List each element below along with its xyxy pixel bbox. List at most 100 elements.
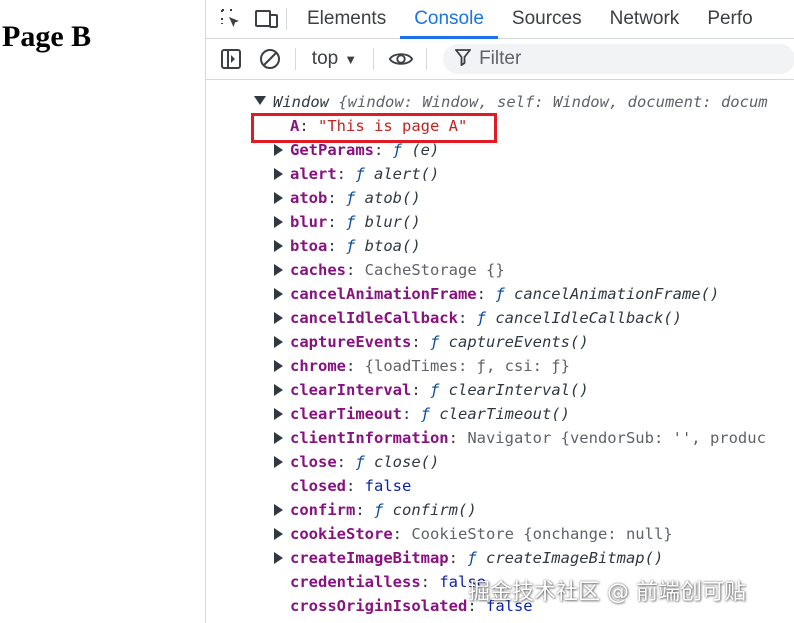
property-row[interactable]: createImageBitmap: ƒ createImageBitmap() xyxy=(274,546,663,570)
context-selector[interactable]: top ▼ xyxy=(302,48,367,70)
property-colon: : xyxy=(327,237,346,255)
property-colon: : xyxy=(346,261,365,279)
property-row[interactable]: atob: ƒ atob() xyxy=(274,186,421,210)
expand-arrow-icon[interactable] xyxy=(274,503,283,516)
expand-arrow-icon[interactable] xyxy=(274,215,283,228)
function-glyph: ƒ xyxy=(495,285,514,303)
filter-placeholder: Filter xyxy=(479,48,522,69)
property-colon: : xyxy=(374,141,393,159)
property-colon: : xyxy=(346,477,365,495)
expand-arrow-icon[interactable] xyxy=(274,191,283,204)
property-key: credentialless xyxy=(290,573,421,591)
property-row[interactable]: alert: ƒ alert() xyxy=(274,162,439,186)
object-preview: {window: Window, self: Window, document:… xyxy=(338,93,768,111)
property-colon: : xyxy=(355,501,374,519)
property-value: blur() xyxy=(364,213,421,231)
device-toolbar-icon[interactable] xyxy=(254,6,280,32)
filter-input[interactable]: Filter xyxy=(443,44,794,74)
property-value: CookieStore {onchange: null} xyxy=(411,525,673,543)
page-title: Page B xyxy=(2,20,92,53)
property-value: false xyxy=(364,477,412,495)
property-value: captureEvents() xyxy=(448,333,589,351)
property-colon: : xyxy=(401,405,421,423)
tab-sources[interactable]: Sources xyxy=(498,0,596,38)
property-row[interactable]: caches: CacheStorage {} xyxy=(274,258,505,282)
watermark: 掘金技术社区 @ 前端创可贴 xyxy=(468,580,746,605)
property-colon: : xyxy=(327,213,346,231)
property-colon: : xyxy=(411,381,430,399)
expand-arrow-icon[interactable] xyxy=(274,239,283,252)
property-colon: : xyxy=(346,357,365,375)
property-colon: : xyxy=(420,573,440,591)
console-output: Window {window: Window, self: Window, do… xyxy=(206,80,794,623)
expand-arrow-icon[interactable] xyxy=(274,167,283,180)
sidebar-toggle-icon[interactable] xyxy=(218,46,243,72)
property-row[interactable]: cancelAnimationFrame: ƒ cancelAnimationF… xyxy=(274,282,719,306)
inspect-element-icon[interactable] xyxy=(218,6,244,32)
property-row[interactable]: clientInformation: Navigator {vendorSub:… xyxy=(274,426,766,450)
tab-performance[interactable]: Perfo xyxy=(693,0,766,38)
property-row[interactable]: clearTimeout: ƒ clearTimeout() xyxy=(274,402,570,426)
property-row[interactable]: blur: ƒ blur() xyxy=(274,210,421,234)
property-key: caches xyxy=(290,261,346,279)
expand-arrow-icon[interactable] xyxy=(274,431,283,444)
property-row[interactable]: captureEvents: ƒ captureEvents() xyxy=(274,330,589,354)
function-glyph: ƒ xyxy=(467,549,486,567)
expand-arrow-icon[interactable] xyxy=(274,359,283,372)
property-key: chrome xyxy=(290,357,346,375)
function-glyph: ƒ xyxy=(392,141,412,159)
expand-arrow-icon[interactable] xyxy=(274,287,283,300)
expand-arrow-icon[interactable] xyxy=(274,407,283,420)
function-glyph: ƒ xyxy=(346,237,365,255)
property-row[interactable]: cancelIdleCallback: ƒ cancelIdleCallback… xyxy=(274,306,682,330)
collapse-arrow-icon[interactable] xyxy=(254,96,266,105)
property-key: cancelAnimationFrame xyxy=(290,285,477,303)
property-colon: : xyxy=(448,549,468,567)
expand-arrow-icon[interactable] xyxy=(274,143,283,156)
expand-arrow-icon[interactable] xyxy=(274,455,283,468)
property-value: createImageBitmap() xyxy=(485,549,664,567)
property-row[interactable]: close: ƒ close() xyxy=(274,450,439,474)
property-key: confirm xyxy=(290,501,356,519)
property-value: btoa() xyxy=(364,237,421,255)
tab-console[interactable]: Console xyxy=(400,0,498,39)
function-glyph: ƒ xyxy=(355,453,375,471)
property-value: cancelIdleCallback() xyxy=(495,309,682,327)
highlight-box xyxy=(251,113,497,143)
function-glyph: ƒ xyxy=(430,381,449,399)
property-value: confirm() xyxy=(392,501,477,519)
filter-icon xyxy=(454,48,472,71)
property-row[interactable]: btoa: ƒ btoa() xyxy=(274,234,421,258)
property-key: atob xyxy=(290,189,328,207)
property-colon: : xyxy=(336,453,356,471)
property-key: cookieStore xyxy=(290,525,393,543)
property-row[interactable]: confirm: ƒ confirm() xyxy=(274,498,477,522)
expand-arrow-icon[interactable] xyxy=(274,551,283,564)
property-key: close xyxy=(290,453,337,471)
expand-arrow-icon[interactable] xyxy=(274,527,283,540)
property-colon: : xyxy=(336,165,356,183)
property-colon: : xyxy=(457,309,477,327)
property-key: GetParams xyxy=(290,141,374,159)
clear-console-icon[interactable] xyxy=(257,46,282,72)
property-key: closed xyxy=(290,477,346,495)
window-object-header[interactable]: Window {window: Window, self: Window, do… xyxy=(254,90,768,114)
tab-network[interactable]: Network xyxy=(596,0,694,38)
expand-arrow-icon[interactable] xyxy=(274,263,283,276)
function-glyph: ƒ xyxy=(355,165,375,183)
expand-arrow-icon[interactable] xyxy=(274,335,283,348)
expand-arrow-icon[interactable] xyxy=(274,311,283,324)
console-toolbar: top ▼ Filter xyxy=(206,39,794,80)
tab-elements[interactable]: Elements xyxy=(293,0,400,38)
property-key: clearInterval xyxy=(290,381,412,399)
toolbar-divider xyxy=(294,48,296,70)
property-row[interactable]: chrome: {loadTimes: ƒ, csi: ƒ} xyxy=(274,354,570,378)
property-value: atob() xyxy=(364,189,421,207)
eye-icon[interactable] xyxy=(388,46,414,72)
expand-arrow-icon[interactable] xyxy=(274,383,283,396)
property-value: close() xyxy=(374,453,440,471)
property-row[interactable]: clearInterval: ƒ clearInterval() xyxy=(274,378,589,402)
property-row[interactable]: cookieStore: CookieStore {onchange: null… xyxy=(274,522,673,546)
property-colon: : xyxy=(327,189,346,207)
property-value: clearTimeout() xyxy=(439,405,570,423)
